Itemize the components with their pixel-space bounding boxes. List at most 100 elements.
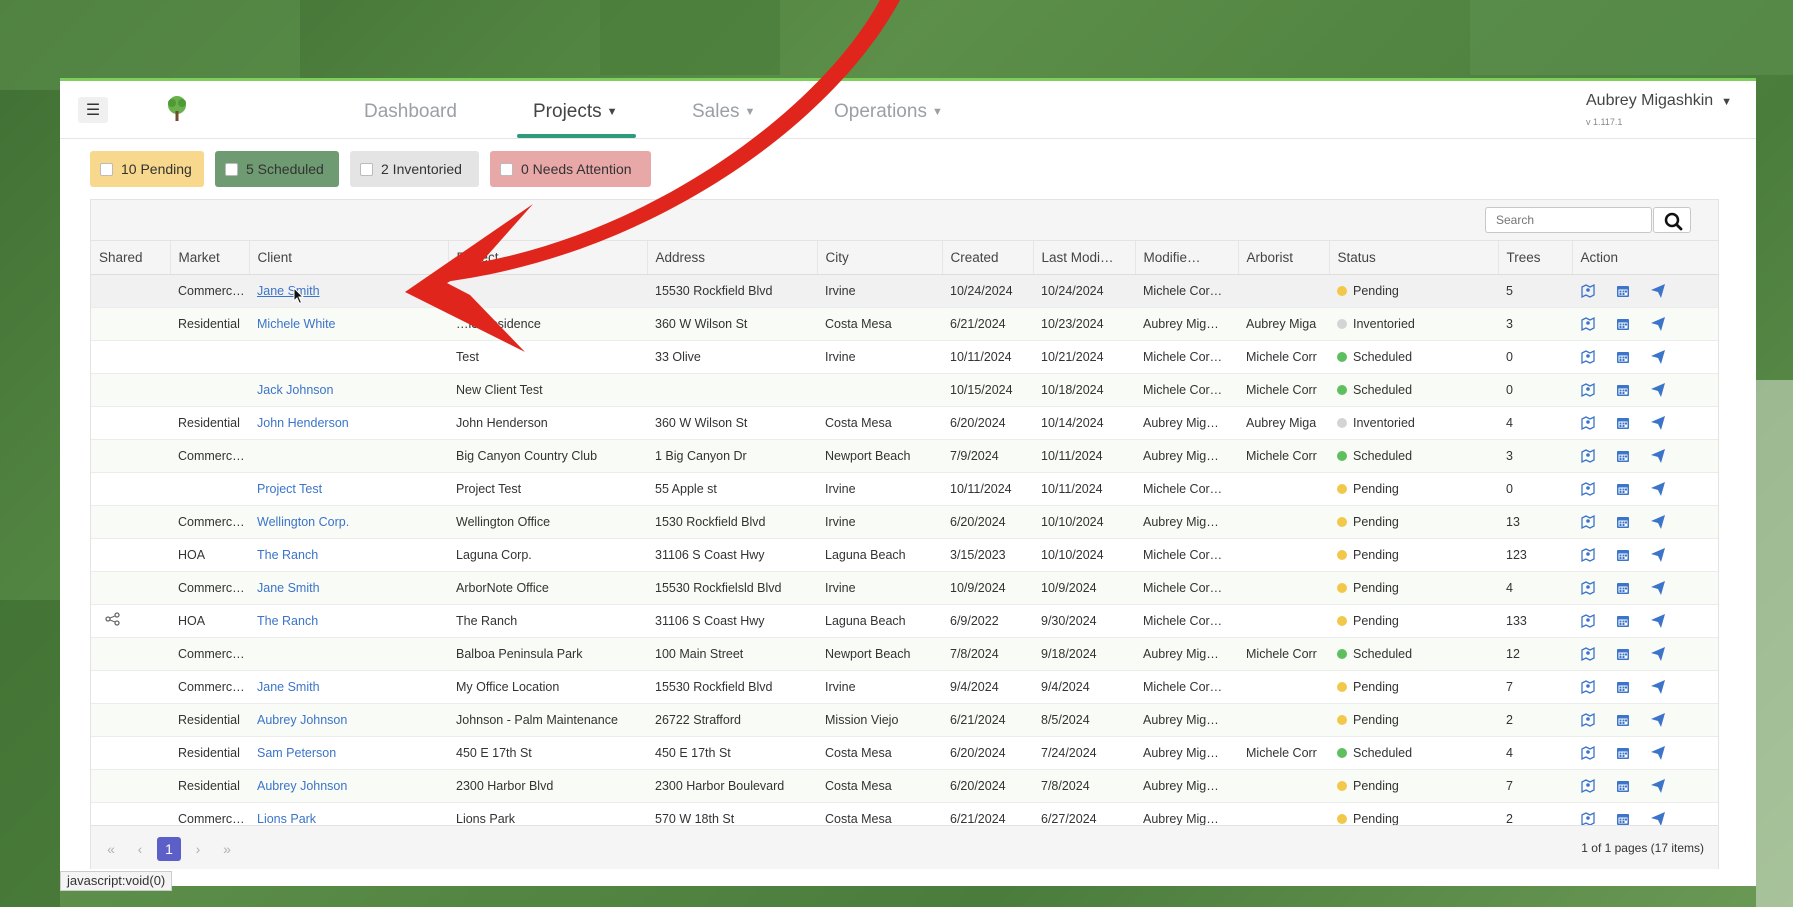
client-link[interactable]: Sam Peterson (257, 746, 336, 760)
send-icon[interactable] (1650, 778, 1666, 794)
calendar-icon[interactable] (1615, 382, 1631, 398)
map-icon[interactable] (1580, 415, 1596, 431)
column-header-address[interactable]: Address (647, 241, 818, 275)
send-icon[interactable] (1650, 712, 1666, 728)
client-link[interactable]: The Ranch (257, 614, 318, 628)
send-icon[interactable] (1650, 646, 1666, 662)
send-icon[interactable] (1650, 679, 1666, 695)
map-icon[interactable] (1580, 382, 1596, 398)
column-header-last-modified[interactable]: Last Modi… (1033, 241, 1136, 275)
calendar-icon[interactable] (1615, 580, 1631, 596)
calendar-icon[interactable] (1615, 514, 1631, 530)
pager-next-button[interactable]: › (186, 837, 210, 861)
send-icon[interactable] (1650, 448, 1666, 464)
send-icon[interactable] (1650, 316, 1666, 332)
calendar-icon[interactable] (1615, 778, 1631, 794)
cell-client[interactable]: Sam Peterson (249, 736, 448, 770)
tree-logo-icon[interactable] (163, 94, 191, 124)
user-menu[interactable]: Aubrey Migashkin ▼ (1586, 92, 1732, 110)
nav-operations[interactable]: Operations ▼ (834, 101, 943, 123)
client-link[interactable]: Jane Smith (257, 581, 320, 595)
calendar-icon[interactable] (1615, 316, 1631, 332)
cell-client[interactable]: The Ranch (249, 604, 448, 638)
client-link[interactable]: Michele White (257, 317, 336, 331)
column-header-trees[interactable]: Trees (1498, 241, 1573, 275)
table-row[interactable]: Commerc… Jane Smith My Office Location 1553… (91, 670, 1718, 704)
send-icon[interactable] (1650, 580, 1666, 596)
map-icon[interactable] (1580, 778, 1596, 794)
column-header-action[interactable]: Action (1572, 241, 1719, 275)
calendar-icon[interactable] (1615, 745, 1631, 761)
send-icon[interactable] (1650, 382, 1666, 398)
nav-sales[interactable]: Sales ▼ (692, 101, 755, 123)
table-row[interactable]: Residential Michele White …le Residence 360… (91, 307, 1718, 341)
table-row[interactable]: Test 33 Olive Irvine 10/11/2024 10/21/2024 Mi… (91, 340, 1718, 374)
send-icon[interactable] (1650, 283, 1666, 299)
filter-needs-attention[interactable]: 0 Needs Attention (490, 151, 651, 187)
cell-client[interactable]: Michele White (249, 307, 448, 341)
table-row[interactable]: Commerc… Big Canyon Country Club 1 Big Can… (91, 439, 1718, 473)
calendar-icon[interactable] (1615, 613, 1631, 629)
calendar-icon[interactable] (1615, 712, 1631, 728)
cell-client[interactable]: Aubrey Johnson (249, 769, 448, 803)
table-row[interactable]: HOA The Ranch Laguna Corp. 31106 S Coast Hw… (91, 538, 1718, 572)
calendar-icon[interactable] (1615, 415, 1631, 431)
table-row[interactable]: Commerc… Balboa Peninsula Park 100 Main St… (91, 637, 1718, 671)
client-link[interactable]: Jane Smith (257, 680, 320, 694)
table-row[interactable]: Jack Johnson New Client Test 10/15/2024 10/… (91, 373, 1718, 407)
pager-first-button[interactable]: « (99, 837, 123, 861)
calendar-icon[interactable] (1615, 481, 1631, 497)
client-link[interactable]: Wellington Corp. (257, 515, 349, 529)
calendar-icon[interactable] (1615, 679, 1631, 695)
filter-checkbox[interactable] (360, 162, 373, 176)
map-icon[interactable] (1580, 514, 1596, 530)
filter-inventoried[interactable]: 2 Inventoried (350, 151, 479, 187)
cell-client[interactable]: Jack Johnson (249, 373, 448, 407)
cell-client[interactable]: Wellington Corp. (249, 505, 448, 539)
send-icon[interactable] (1650, 547, 1666, 563)
search-button[interactable] (1653, 207, 1691, 233)
map-icon[interactable] (1580, 547, 1596, 563)
send-icon[interactable] (1650, 481, 1666, 497)
table-row[interactable]: Commerc… Jane Smith 15530 Rockfield Blvd Ir… (91, 274, 1718, 308)
filter-checkbox[interactable] (225, 162, 238, 176)
filter-checkbox[interactable] (100, 162, 113, 176)
hamburger-icon[interactable]: ☰ (78, 97, 108, 123)
client-link[interactable]: Aubrey Johnson (257, 779, 347, 793)
client-link[interactable]: Jack Johnson (257, 383, 333, 397)
column-header-modified-by[interactable]: Modifie… (1135, 241, 1239, 275)
nav-dashboard[interactable]: Dashboard (364, 101, 457, 123)
client-link[interactable]: Aubrey Johnson (257, 713, 347, 727)
table-row[interactable]: Commerc… Jane Smith ArborNote Office 15530 … (91, 571, 1718, 605)
map-icon[interactable] (1580, 646, 1596, 662)
calendar-icon[interactable] (1615, 349, 1631, 365)
send-icon[interactable] (1650, 415, 1666, 431)
cell-client[interactable]: Project Test (249, 472, 448, 506)
map-icon[interactable] (1580, 613, 1596, 629)
column-header-created[interactable]: Created (942, 241, 1034, 275)
filter-scheduled[interactable]: 5 Scheduled (215, 151, 339, 187)
map-icon[interactable] (1580, 745, 1596, 761)
table-row[interactable]: Project Test Project Test 55 Apple st Irvin… (91, 472, 1718, 506)
cell-shared[interactable] (91, 604, 170, 638)
table-row[interactable]: HOA The Ranch The Ranch 31106 S Coast Hwy La… (91, 604, 1718, 638)
calendar-icon[interactable] (1615, 547, 1631, 563)
column-header-shared[interactable]: Shared (91, 241, 171, 275)
cell-client[interactable]: John Henderson (249, 406, 448, 440)
client-link[interactable]: John Henderson (257, 416, 349, 430)
send-icon[interactable] (1650, 613, 1666, 629)
map-icon[interactable] (1580, 580, 1596, 596)
column-header-client[interactable]: Client (249, 241, 449, 275)
map-icon[interactable] (1580, 481, 1596, 497)
cell-client[interactable]: Jane Smith (249, 571, 448, 605)
calendar-icon[interactable] (1615, 646, 1631, 662)
send-icon[interactable] (1650, 514, 1666, 530)
map-icon[interactable] (1580, 712, 1596, 728)
table-row[interactable]: Residential John Henderson John Henderson 3… (91, 406, 1718, 440)
column-header-arborist[interactable]: Arborist (1238, 241, 1330, 275)
pager-prev-button[interactable]: ‹ (128, 837, 152, 861)
table-row[interactable]: Residential Aubrey Johnson Johnson - Palm … (91, 703, 1718, 737)
send-icon[interactable] (1650, 349, 1666, 365)
column-header-market[interactable]: Market (170, 241, 250, 275)
map-icon[interactable] (1580, 448, 1596, 464)
